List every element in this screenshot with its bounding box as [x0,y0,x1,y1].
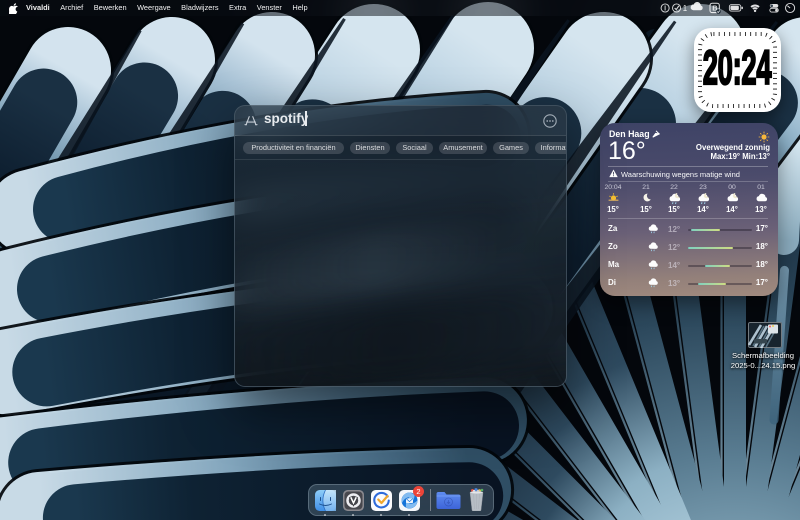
svg-text:1: 1 [683,4,688,13]
